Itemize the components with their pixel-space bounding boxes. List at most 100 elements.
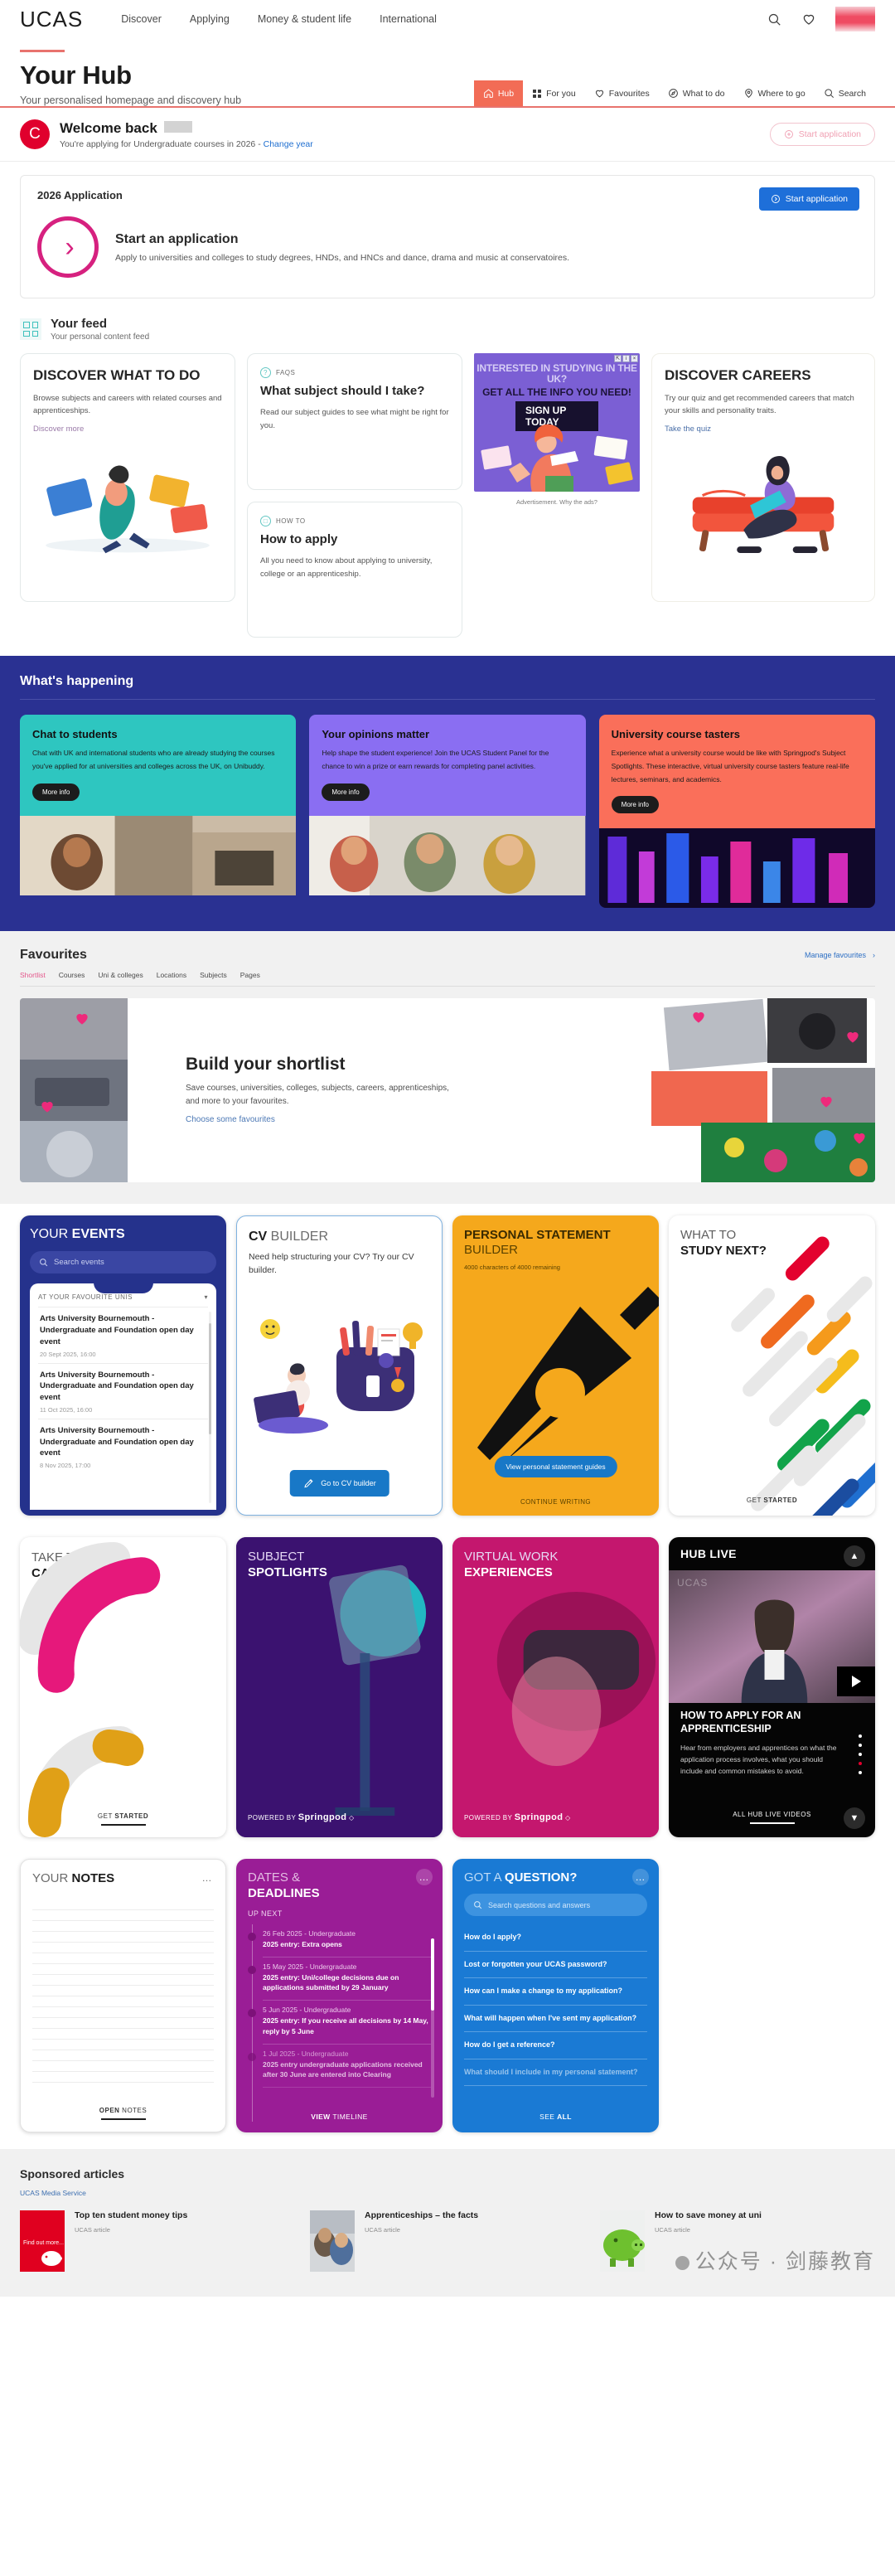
tile-what-to-study-next[interactable]: WHAT TO STUDY NEXT? GET STARTED: [669, 1215, 875, 1516]
heart-icon[interactable]: [73, 1010, 91, 1026]
more-info-button[interactable]: More info: [32, 783, 80, 801]
article-title: Apprenticeships – the facts: [365, 2210, 479, 2221]
heart-icon[interactable]: [844, 1028, 862, 1045]
tile-subject-spotlights[interactable]: SUBJECT SPOTLIGHTS POWERED BY Springpod ◇: [236, 1537, 443, 1838]
tab-what-to-do[interactable]: What to do: [659, 80, 734, 106]
event-item[interactable]: Arts University Bournemouth - Undergradu…: [38, 1362, 208, 1419]
tile-virtual-work-experiences[interactable]: VIRTUAL WORK EXPERIENCES POWERED BY Sprin…: [452, 1537, 659, 1838]
events-list-header[interactable]: AT YOUR FAVOURITE UNIS ▾: [38, 1293, 208, 1307]
careers-quiz-footer[interactable]: GET STARTED: [20, 1812, 226, 1826]
chevron-up-icon[interactable]: ▲: [844, 1545, 865, 1568]
heart-icon[interactable]: [801, 11, 817, 27]
go-to-cv-builder-button[interactable]: Go to CV builder: [289, 1470, 389, 1497]
tile-hub-live[interactable]: HUB LIVE ▲ UCAS HOW TO APPLY FOR AN APPR…: [669, 1537, 875, 1838]
tab-where-to-go[interactable]: Where to go: [734, 80, 815, 106]
open-notes-link[interactable]: OPEN NOTES: [21, 2107, 225, 2121]
chevron-down-icon[interactable]: ▾: [204, 1293, 208, 1301]
favourites-header: Favourites Manage favourites ›: [20, 948, 875, 963]
sponsored-article[interactable]: Find out more... Top ten student money t…: [20, 2210, 295, 2273]
deadline-item[interactable]: 5 Jun 2025 - Undergraduate 2025 entry: I…: [248, 2001, 431, 2045]
all-hub-live-videos-link[interactable]: ALL HUB LIVE VIDEOS: [669, 1811, 875, 1825]
tile-cv-builder[interactable]: CV BUILDER Need help structuring your CV…: [236, 1215, 443, 1516]
play-icon[interactable]: [837, 1666, 875, 1697]
tile-got-a-question[interactable]: GOT A QUESTION? … Search questions and a…: [452, 1859, 659, 2133]
ucas-logo[interactable]: UCAS: [20, 7, 83, 32]
continue-writing-label[interactable]: CONTINUE WRITING: [452, 1498, 659, 1506]
tab-favourites[interactable]: Favourites: [585, 80, 659, 106]
question-search-input[interactable]: Search questions and answers: [464, 1894, 647, 1917]
see-all-questions-link[interactable]: SEE ALL: [452, 2113, 659, 2121]
tab-search[interactable]: Search: [815, 80, 875, 106]
feed-card-discover-careers[interactable]: DISCOVER CAREERS Try our quiz and get re…: [651, 353, 875, 602]
fav-tab-locations[interactable]: Locations: [157, 971, 186, 979]
ad-info-icon[interactable]: i: [622, 355, 630, 362]
heart-icon[interactable]: [689, 1008, 708, 1025]
sponsored-provider[interactable]: UCAS Media Service: [20, 2189, 875, 2197]
question-item[interactable]: How do I apply?: [464, 1924, 647, 1952]
account-avatar[interactable]: [835, 7, 875, 32]
hub-live-video[interactable]: UCAS: [669, 1570, 875, 1704]
tile-dates-and-deadlines[interactable]: DATES & DEADLINES … UP NEXT 26 Feb 2025 -…: [236, 1859, 443, 2133]
heart-icon[interactable]: [850, 1129, 868, 1146]
question-item[interactable]: How do I get a reference?: [464, 2032, 647, 2059]
ad-corner-icon[interactable]: ⇱: [614, 355, 622, 362]
fav-tab-courses[interactable]: Courses: [59, 971, 85, 979]
tab-for-you[interactable]: For you: [523, 80, 585, 106]
question-item[interactable]: What will happen when I've sent my appli…: [464, 2006, 647, 2033]
event-item[interactable]: Arts University Bournemouth - Undergradu…: [38, 1307, 208, 1362]
tile-careers-quiz[interactable]: TAKE THE CAREERS QUIZ GET STARTED: [20, 1537, 226, 1838]
tile-your-notes[interactable]: YOUR NOTES … OPEN NOTES: [20, 1859, 226, 2133]
more-info-button[interactable]: More info: [322, 783, 370, 801]
happening-card-opinions-matter[interactable]: Your opinions matter Help shape the stud…: [309, 715, 586, 908]
ad-creative[interactable]: ⇱ i × INTERESTED IN STUDYING IN THE UK? …: [474, 353, 640, 492]
deadline-item[interactable]: 26 Feb 2025 - Undergraduate 2025 entry: …: [248, 1924, 431, 1957]
tab-hub[interactable]: Hub: [473, 80, 524, 106]
question-item[interactable]: How can I make a change to my applicatio…: [464, 1978, 647, 2006]
vr-headset-photo: [452, 1537, 659, 1838]
change-year-link[interactable]: Change year: [264, 139, 313, 149]
nav-link-applying[interactable]: Applying: [190, 13, 230, 25]
events-search-input[interactable]: Search events: [30, 1251, 216, 1274]
deadline-item[interactable]: 15 May 2025 - Undergraduate 2025 entry: …: [248, 1957, 431, 2001]
search-icon[interactable]: [766, 11, 782, 27]
sponsored-article[interactable]: Apprenticeships – the facts UCAS article: [310, 2210, 585, 2273]
nav-link-international[interactable]: International: [380, 13, 437, 25]
tile-personal-statement-builder[interactable]: PERSONAL STATEMENT BUILDER 4000 characte…: [452, 1215, 659, 1516]
fav-tab-subjects[interactable]: Subjects: [200, 971, 227, 979]
more-info-button[interactable]: More info: [611, 796, 660, 814]
start-application-ghost-button[interactable]: Start application: [769, 123, 875, 146]
manage-favourites-link[interactable]: Manage favourites ›: [805, 951, 875, 959]
study-next-footer[interactable]: GET STARTED: [669, 1497, 875, 1504]
events-scrollbar[interactable]: [209, 1312, 211, 1504]
event-item[interactable]: Arts University Bournemouth - Undergradu…: [38, 1418, 208, 1474]
nav-link-discover[interactable]: Discover: [121, 13, 162, 25]
panel-notch: [93, 1283, 153, 1294]
feed-card-how-to-apply[interactable]: □ HOW TO How to apply All you need to kn…: [247, 501, 462, 638]
heart-icon[interactable]: [38, 1098, 56, 1114]
deadline-item[interactable]: 1 Jul 2025 - Undergraduate 2025 entry un…: [248, 2045, 431, 2088]
feed-card-what-subject[interactable]: ? FAQS What subject should I take? Read …: [247, 353, 462, 490]
happening-card-course-tasters[interactable]: University course tasters Experience wha…: [598, 715, 875, 909]
why-the-ads-link[interactable]: Why the ads?: [559, 498, 597, 506]
view-personal-statement-guides-button[interactable]: View personal statement guides: [494, 1456, 617, 1478]
close-icon[interactable]: ×: [631, 355, 638, 362]
fav-tab-pages[interactable]: Pages: [240, 971, 260, 979]
choose-favourites-link[interactable]: Choose some favourites: [186, 1115, 275, 1124]
ad-controls[interactable]: ⇱ i ×: [614, 355, 638, 362]
feed-card-link[interactable]: Take the quiz: [665, 424, 862, 434]
deadlines-scrollbar[interactable]: [431, 1938, 434, 2098]
feed-card-discover-what-to-do[interactable]: DISCOVER WHAT TO DO Browse subjects and …: [20, 353, 235, 602]
hub-live-pagination-dots[interactable]: [859, 1734, 862, 1775]
fav-tab-uni-colleges[interactable]: Uni & colleges: [98, 971, 143, 979]
heart-icon[interactable]: [817, 1093, 835, 1109]
view-timeline-link[interactable]: VIEW TIMELINE: [236, 2113, 443, 2121]
tile-your-events[interactable]: YOUR EVENTS Search events AT YOUR FAVOUR…: [20, 1215, 226, 1516]
question-item[interactable]: Lost or forgotten your UCAS password?: [464, 1952, 647, 1979]
happening-card-chat-to-students[interactable]: Chat to students Chat with UK and intern…: [20, 715, 297, 908]
chevron-right-icon[interactable]: ›: [37, 216, 99, 278]
fav-tab-shortlist[interactable]: Shortlist: [20, 971, 46, 979]
nav-link-money-student-life[interactable]: Money & student life: [258, 13, 351, 25]
question-item[interactable]: What should I include in my personal sta…: [464, 2059, 647, 2087]
start-application-button[interactable]: Start application: [758, 187, 859, 211]
feed-card-link[interactable]: Discover more: [33, 424, 222, 434]
